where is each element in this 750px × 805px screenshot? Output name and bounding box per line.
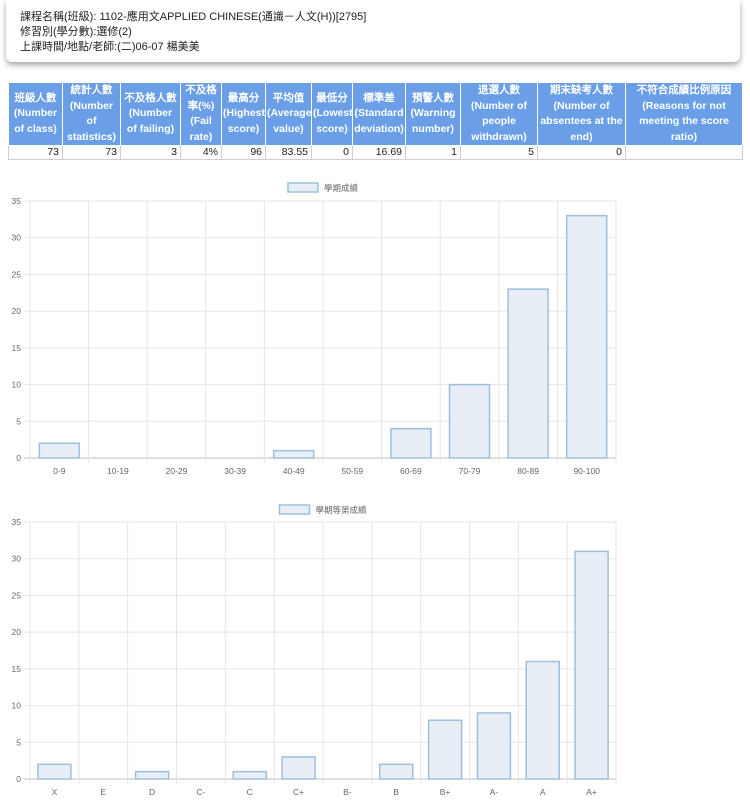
header-failing-count: 不及格人數 (Number of failing) [120, 82, 181, 146]
y-tick-label: 15 [12, 343, 22, 353]
cell-highest-score: 96 [221, 145, 266, 160]
y-tick-label: 0 [16, 774, 21, 784]
header-highest-score: 最高分 (Highest score) [221, 82, 266, 146]
header-lowest-score: 最低分 (Lowest score) [311, 82, 353, 146]
header-absentees-count: 期末缺考人數 (Number of absentees at the end) [537, 82, 626, 146]
x-tick-label: 80-89 [517, 466, 539, 476]
x-tick-label: 20-29 [166, 466, 188, 476]
score-bar [38, 442, 81, 459]
grade-bar [525, 660, 560, 780]
x-tick-label: C+ [293, 787, 304, 797]
grade-bar [476, 712, 512, 780]
x-tick-label: A [540, 787, 546, 797]
y-tick-label: 0 [16, 453, 21, 463]
cell-lowest-score: 0 [311, 145, 353, 160]
course-info-card: 課程名稱(班級): 1102-應用文APPLIED CHINESE(通識－人文(… [6, 0, 740, 62]
cell-absentees-count: 0 [537, 145, 626, 160]
score-bar [448, 383, 491, 459]
y-tick-label: 30 [12, 554, 22, 564]
y-tick-label: 25 [12, 590, 22, 600]
grade-bar [379, 763, 414, 780]
grade-statistics-table: 班級人數 (Number of class) 統計人數 (Number of s… [8, 82, 743, 160]
x-tick-label: C [247, 787, 253, 797]
x-tick-label: 70-79 [459, 466, 481, 476]
y-tick-label: 5 [16, 416, 21, 426]
cell-fail-rate: 4% [180, 145, 222, 160]
y-tick-label: 35 [12, 196, 22, 206]
cell-failing-count: 3 [120, 145, 181, 160]
y-tick-label: 10 [12, 701, 22, 711]
grade-bar [134, 770, 170, 780]
y-tick-label: 5 [16, 737, 21, 747]
score-bar [507, 288, 549, 459]
x-tick-label: 10-19 [107, 466, 129, 476]
y-tick-label: 30 [12, 233, 22, 243]
x-tick-label: B- [343, 787, 352, 797]
score-bar [272, 449, 315, 459]
course-time-location-teacher: 上課時間/地點/老師:(二)06-07 楊美美 [20, 41, 200, 53]
x-tick-label: C- [196, 787, 205, 797]
header-average-value: 平均值 (Average value) [265, 82, 312, 146]
header-withdrawn-count: 退選人數 (Number of people withdrawn) [460, 82, 538, 146]
cell-standard-deviation: 16.69 [352, 145, 406, 160]
x-tick-label: D [149, 787, 155, 797]
grade-bar [281, 756, 316, 780]
score-bar [390, 427, 432, 459]
header-statistics-count: 統計人數 (Number of statistics) [62, 82, 121, 146]
cell-class-size: 73 [8, 145, 63, 160]
grade-bar [37, 763, 72, 780]
x-tick-label: 30-39 [224, 466, 246, 476]
x-tick-label: 90-100 [573, 466, 600, 476]
cell-average-value: 83.55 [265, 145, 312, 160]
x-tick-label: X [52, 787, 58, 797]
x-tick-label: A- [490, 787, 499, 797]
y-tick-label: 15 [12, 664, 22, 674]
y-tick-label: 20 [12, 627, 22, 637]
header-ratio-reasons: 不符合成績比例原因 (Reasons for not meeting the s… [625, 82, 743, 146]
grade-distribution-chart: 0 5 10 15 20 25 30 35 X E D C- C C+ B- B B+ A- A A+ 學期等第成績 [12, 504, 617, 797]
grade-bar [427, 719, 463, 780]
x-tick-label: E [100, 787, 106, 797]
cell-statistics-count: 73 [62, 145, 121, 160]
table-header-row: 班級人數 (Number of class) 統計人數 (Number of s… [8, 82, 743, 146]
legend-swatch [278, 504, 311, 515]
y-tick-label: 35 [12, 517, 22, 527]
course-name: 課程名稱(班級): 1102-應用文APPLIED CHINESE(通識－人文(… [20, 11, 367, 23]
x-tick-label: A+ [586, 787, 597, 797]
x-tick-label: 50-59 [341, 466, 363, 476]
header-warning-number: 預警人數 (Warning number) [405, 82, 461, 146]
grade-bar [232, 770, 267, 780]
y-tick-label: 10 [12, 380, 22, 390]
header-fail-rate: 不及格 率(%) (Fail rate) [180, 82, 222, 146]
x-tick-label: 0-9 [53, 466, 66, 476]
cell-warning-number: 1 [405, 145, 461, 160]
table-row: 73 73 3 4% 96 83.55 0 16.69 1 5 0 [8, 145, 743, 160]
y-tick-label: 20 [12, 306, 22, 316]
score-bar [565, 214, 608, 459]
x-tick-label: 40-49 [283, 466, 305, 476]
legend-label: 學期成績 [324, 183, 359, 193]
header-standard-deviation: 標準差 (Standard deviation) [352, 82, 406, 146]
course-type-credits: 修習別(學分數):選修(2) [20, 26, 132, 38]
x-tick-label: 60-69 [400, 466, 422, 476]
grade-bar [574, 550, 609, 780]
header-class-size: 班級人數 (Number of class) [8, 82, 63, 146]
y-tick-label: 25 [12, 269, 22, 279]
cell-ratio-reasons [625, 145, 743, 160]
score-distribution-chart: 0 5 10 15 20 25 30 35 0-9 10-19 20-29 30-39 40-49 50-… [12, 182, 617, 476]
x-tick-label: B+ [440, 787, 451, 797]
x-tick-label: B [393, 787, 399, 797]
legend-label: 學期等第成績 [315, 505, 367, 515]
legend-swatch [287, 182, 319, 193]
cell-withdrawn-count: 5 [460, 145, 538, 160]
